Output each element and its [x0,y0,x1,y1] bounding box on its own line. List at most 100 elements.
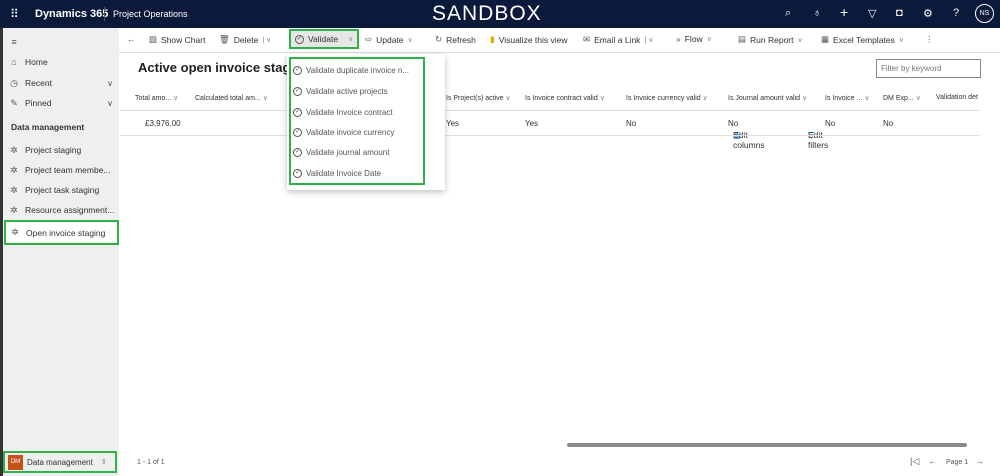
sidebar-item-project-task-staging[interactable]: ✲ Project task staging [9,181,119,199]
lightbulb-icon[interactable]: ♁ [813,7,821,19]
environment-label: SANDBOX [432,2,542,25]
check-circle-icon: ✓ [293,127,302,137]
flow-icon: » [676,34,681,44]
menu-item-validate-invoice-date[interactable]: ✓ Validate Invoice Date [293,165,381,181]
command-bar: ← ▨ Show Chart 🗑 Delete | ∨ ⇨ Update ∨ ↻ Refre… [119,28,1000,53]
top-bar: ⠿ Dynamics 365 Project Operations SANDBO… [0,0,1000,28]
help-icon[interactable]: ? [953,7,959,19]
record-count: 1 - 1 of 1 [137,459,165,466]
menu-item-validate-journal-amount[interactable]: ✓ Validate journal amount [293,144,389,160]
report-icon: ▤ [738,34,747,44]
validate-button[interactable]: ✓ Validate ∨ [289,29,359,49]
email-icon: ✉ [583,34,591,44]
column-header[interactable]: Is Journal amount valid ∨ [728,94,807,102]
trash-icon: 🗑 [219,34,230,44]
sidebar: ≡ ⌂ Home ◷ Recent ∨ ✎ Pinned ∨ Data managemen… [0,28,119,476]
back-button[interactable]: ← [127,34,136,44]
update-button[interactable]: ⇨ Update ∨ [365,34,413,45]
bell-icon[interactable]: ◘ [896,7,903,19]
area-switcher[interactable]: DM Data management ⇕ [3,451,117,473]
table-cell[interactable]: Yes [525,119,538,128]
chevron-down-icon: ∨ [706,36,712,43]
filter-icon[interactable]: ▽ [868,7,876,20]
column-header[interactable]: DM Exp... ∨ [883,94,921,102]
column-header[interactable]: Validation det [936,94,978,101]
label: Validate active projects [306,86,388,96]
refresh-button[interactable]: ↻ Refresh [435,34,476,45]
visualize-button[interactable]: ▮ Visualize this view [490,34,568,45]
run-report-button[interactable]: ▤ Run Report ∨ [738,34,803,45]
label: Is Invoice ... [825,95,863,102]
column-header[interactable]: Calculated total am... ∨ [195,94,268,102]
first-page-icon[interactable]: |◁ [910,456,919,467]
chevron-down-icon: ∨ [107,78,113,88]
label: Validate Invoice contract [306,107,393,117]
check-circle-icon: ✓ [295,34,304,44]
sidebar-item-home[interactable]: ⌂ Home [9,53,119,71]
puzzle-icon: ✲ [11,227,19,237]
divider [104,7,105,21]
app-name[interactable]: Project Operations [113,9,188,19]
excel-icon: ▦ [821,34,830,44]
filter-input[interactable]: Filter by keyword [876,59,981,78]
chevron-down-icon: | ∨ [262,36,272,44]
next-page-icon[interactable]: → [975,456,984,466]
table-cell[interactable]: No [883,119,893,128]
sidebar-item-pinned[interactable]: ✎ Pinned ∨ [9,94,119,112]
table-cell[interactable]: £3,976.00 [145,119,181,128]
table-cell[interactable]: No [728,119,738,128]
email-link-button[interactable]: ✉ Email a Link | ∨ [583,34,653,45]
label: Validate Invoice Date [306,168,382,178]
more-commands-button[interactable]: ⋮ [925,34,934,45]
sidebar-item-label: Pinned [25,98,52,108]
app-launcher-icon[interactable]: ⠿ [10,7,19,21]
table-cell[interactable]: No [825,119,835,128]
sidebar-section-header: Data management [11,122,85,132]
check-circle-icon: ✓ [293,65,302,75]
table-cell[interactable]: Yes [446,119,459,128]
chevron-down-icon: ∨ [898,36,904,44]
flow-button[interactable]: » Flow ∨ [676,34,712,44]
label: Validate duplicate invoice n... [306,65,410,75]
label: Excel Templates [833,34,895,45]
column-header[interactable]: Is Invoice ... ∨ [825,94,869,102]
sidebar-item-open-invoice-staging[interactable]: ✲ Open invoice staging [4,220,119,245]
menu-item-validate-active-projects[interactable]: ✓ Validate active projects [293,83,388,99]
sidebar-item-resource-assignment[interactable]: ✲ Resource assignment... [9,201,119,219]
brand[interactable]: Dynamics 365 [35,8,108,20]
area-label: Data management [27,457,93,467]
column-header[interactable]: Total amo... ∨ [135,94,178,102]
chevron-down-icon: ∨ [797,36,803,44]
label: Edit filters [808,130,829,150]
table-cell[interactable]: No [626,119,636,128]
sidebar-item-project-team-members[interactable]: ✲ Project team membe... [9,161,119,179]
area-badge: DM [8,454,23,470]
label: Edit columns [733,130,765,150]
show-chart-button[interactable]: ▨ Show Chart [149,34,205,45]
sidebar-item-project-staging[interactable]: ✲ Project staging [9,141,119,159]
powerbi-icon: ▮ [490,34,495,44]
hamburger-menu[interactable]: ≡ [9,33,119,51]
search-icon[interactable]: ⌕ [785,7,791,20]
column-header[interactable]: Is Invoice currency valid ∨ [626,94,708,102]
column-header[interactable]: Is Invoice contract valid ∨ [525,94,605,102]
horizontal-scrollbar[interactable] [567,443,967,447]
label: Delete [233,34,259,45]
label: Update [376,34,404,45]
previous-page-icon[interactable]: ← [928,456,937,466]
excel-templates-button[interactable]: ▦ Excel Templates ∨ [821,34,904,45]
menu-item-validate-invoice-contract[interactable]: ✓ Validate Invoice contract [293,104,393,120]
sidebar-item-label: Recent [25,78,52,88]
gear-icon[interactable]: ⚙ [923,7,933,20]
delete-button[interactable]: 🗑 Delete | ∨ [219,34,271,45]
sidebar-item-recent[interactable]: ◷ Recent ∨ [9,74,119,92]
menu-item-validate-duplicate-invoice[interactable]: ✓ Validate duplicate invoice n... [293,62,409,78]
puzzle-icon: ✲ [10,184,18,195]
menu-item-validate-invoice-currency[interactable]: ✓ Validate invoice currency [293,124,394,140]
avatar[interactable]: NS [975,4,994,23]
pin-icon: ✎ [10,97,18,108]
label: Run Report [750,34,794,45]
page-number: Page 1 [946,459,969,466]
plus-icon[interactable]: + [840,4,848,20]
column-header[interactable]: Is Project(s) active ∨ [446,94,511,102]
